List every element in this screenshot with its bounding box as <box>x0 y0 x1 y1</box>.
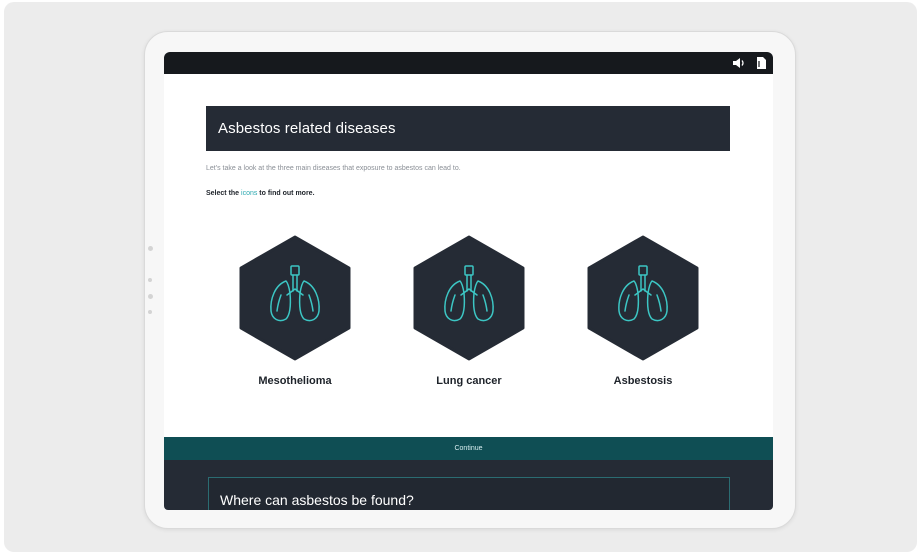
continue-button[interactable]: Continue <box>164 437 773 460</box>
disease-label: Mesothelioma <box>258 375 332 387</box>
instruction-after: to find out more. <box>257 190 315 197</box>
tablet-side-button <box>148 278 152 282</box>
course-screen: Asbestos related diseases Let's take a l… <box>164 52 773 510</box>
disease-card-lung-cancer[interactable]: Lung cancer <box>398 235 528 395</box>
intro-text: Let's take a look at the three main dise… <box>206 165 461 172</box>
instruction-link: icons <box>241 190 258 197</box>
tablet-side-button <box>148 294 153 299</box>
section-header: Asbestos related diseases <box>206 106 730 151</box>
next-section: Where can asbestos be found? <box>164 460 773 510</box>
instruction-text: Select the icons to find out more. <box>206 190 315 197</box>
document-icon[interactable] <box>755 56 767 70</box>
next-section-card[interactable]: Where can asbestos be found? <box>208 477 730 510</box>
lungs-icon[interactable] <box>587 235 699 361</box>
disease-card-mesothelioma[interactable]: Mesothelioma <box>224 235 354 395</box>
tablet-side-button <box>148 246 153 251</box>
tablet-side-button <box>148 310 152 314</box>
disease-card-asbestosis[interactable]: Asbestosis <box>572 235 702 395</box>
disease-label: Lung cancer <box>436 375 502 387</box>
speaker-icon[interactable] <box>732 56 746 70</box>
next-section-title: Where can asbestos be found? <box>220 492 414 508</box>
top-bar <box>164 52 773 74</box>
continue-label: Continue <box>454 445 483 452</box>
lungs-icon[interactable] <box>239 235 351 361</box>
instruction-before: Select the <box>206 190 242 197</box>
lungs-icon[interactable] <box>413 235 525 361</box>
page-title: Asbestos related diseases <box>218 120 396 137</box>
disease-label: Asbestosis <box>613 375 673 387</box>
